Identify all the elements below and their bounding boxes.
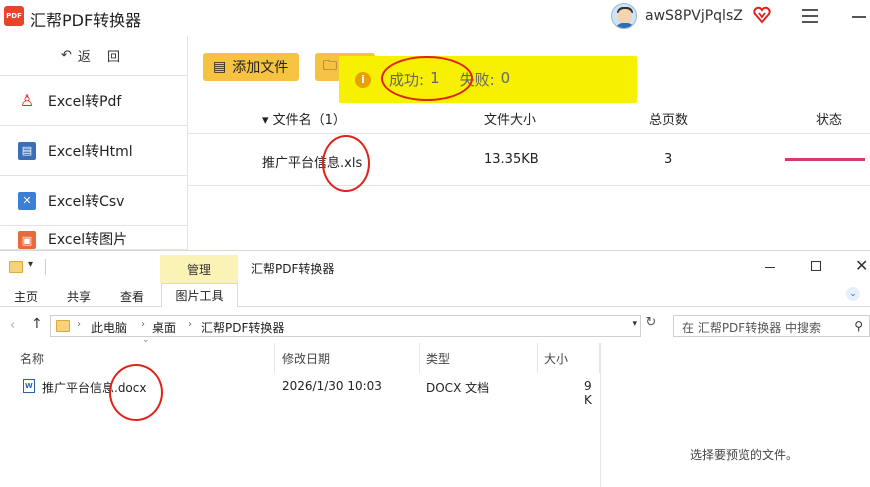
header-pages: 总页数 — [649, 113, 689, 128]
status-progress-bar — [785, 158, 865, 161]
back-label: 返 回 — [77, 50, 127, 65]
docx-file-icon — [23, 379, 35, 393]
sidebar-item-excel-pdf[interactable]: ♙ Excel转Pdf — [0, 76, 187, 126]
breadcrumb-folder[interactable]: 汇帮PDF转换器 — [201, 319, 284, 336]
vip-heart-icon[interactable] — [753, 6, 771, 24]
explorer-title: 汇帮PDF转换器 — [251, 262, 335, 276]
back-arrow-icon: ↶ — [60, 48, 72, 63]
annotation-circle-docx — [109, 364, 163, 421]
add-folder-icon: 🗀 — [323, 58, 337, 74]
window-close-icon[interactable]: ✕ — [855, 256, 868, 275]
search-placeholder: 在 汇帮PDF转换器 中搜索 — [682, 321, 822, 335]
address-row: ‹ ↑ › 此电脑 › 桌面 › 汇帮PDF转换器 ▾ ↻ 在 汇帮PDF转换器… — [0, 313, 870, 339]
add-file-icon: ▤ — [213, 59, 227, 75]
back-button[interactable]: ↶ 返 回 — [0, 36, 187, 76]
explorer-title-bar: ▾ 管理 汇帮PDF转换器 ✕ — [0, 251, 870, 283]
tab-view[interactable]: 查看 — [120, 288, 144, 305]
add-file-button[interactable]: ▤ 添加文件 — [203, 53, 299, 81]
sidebar-item-excel-csv[interactable]: ✕ Excel转Csv — [0, 176, 187, 226]
file-size: 9 K — [584, 379, 592, 407]
breadcrumb-desktop[interactable]: 桌面 — [152, 319, 176, 336]
info-icon: i — [355, 71, 371, 88]
sidebar-item-label: Excel转Csv — [48, 193, 125, 210]
window-maximize-icon[interactable] — [811, 261, 821, 271]
file-type: DOCX 文档 — [426, 381, 490, 395]
quick-access-dropdown-icon[interactable]: ▾ — [28, 259, 33, 270]
sidebar-item-excel-image[interactable]: ▣ Excel转图片 — [0, 226, 187, 250]
search-input[interactable]: 在 汇帮PDF转换器 中搜索 ⚲ — [673, 315, 870, 337]
sidebar-item-label: Excel转Html — [48, 143, 133, 160]
add-file-label: 添加文件 — [232, 60, 289, 76]
username[interactable]: awS8PVjPqlsZ — [645, 8, 743, 24]
folder-icon — [9, 261, 23, 273]
table-row[interactable]: 推广平台信息.xls 13.35KB 3 — [188, 134, 870, 186]
ribbon-tabs: 主页 共享 查看 图片工具 ⌄ — [0, 283, 870, 307]
search-icon: ⚲ — [854, 319, 863, 333]
address-dropdown-icon[interactable]: ▾ — [632, 319, 637, 329]
csv-icon: ✕ — [18, 191, 36, 210]
folder-icon — [56, 320, 70, 332]
app-title-bar: PDF 汇帮PDF转换器 awS8PVjPqlsZ — [0, 0, 870, 36]
list-item[interactable]: 推广平台信息.docx 2026/1/30 10:03 DOCX 文档 9 K — [0, 375, 600, 407]
annotation-circle-success — [381, 56, 473, 101]
refresh-icon[interactable]: ↻ — [643, 315, 659, 337]
row-filesize: 13.35KB — [484, 152, 539, 167]
header-filename[interactable]: ▾ 文件名（1） — [262, 109, 346, 128]
row-pages: 3 — [664, 152, 673, 167]
minimize-icon[interactable] — [852, 16, 866, 18]
image-icon: ▣ — [18, 231, 36, 249]
annotation-circle-xls — [322, 135, 370, 192]
window-minimize-icon[interactable] — [765, 267, 775, 268]
app-title: 汇帮PDF转换器 — [30, 11, 142, 30]
menu-icon[interactable] — [802, 9, 818, 23]
sidebar-item-label: Excel转图片 — [48, 232, 128, 248]
pdf-icon: ♙ — [19, 91, 35, 110]
breadcrumb-this-pc[interactable]: 此电脑 — [91, 319, 127, 336]
file-table-header: ▾ 文件名（1） 文件大小 总页数 状态 — [188, 100, 870, 134]
preview-message: 选择要预览的文件。 — [690, 448, 799, 462]
tab-picture-tools[interactable]: 图片工具 — [161, 283, 238, 307]
sidebar-item-label: Excel转Pdf — [48, 93, 122, 110]
nav-back-icon[interactable]: ‹ — [10, 318, 15, 333]
tab-home[interactable]: 主页 — [14, 288, 38, 305]
column-type[interactable]: 类型 — [420, 343, 538, 373]
column-modified[interactable]: 修改日期 — [275, 343, 420, 373]
header-status: 状态 — [816, 113, 843, 128]
html-icon: ▤ — [18, 141, 36, 160]
ribbon-expand-icon[interactable]: ⌄ — [846, 287, 860, 301]
tab-manage[interactable]: 管理 — [160, 255, 238, 283]
column-header: ⌄ 名称 修改日期 类型 大小 — [0, 335, 600, 373]
app-logo-icon: PDF — [4, 6, 24, 26]
header-filesize: 文件大小 — [484, 113, 537, 128]
avatar[interactable] — [611, 3, 637, 29]
tab-share[interactable]: 共享 — [67, 288, 91, 305]
nav-up-icon[interactable]: ↑ — [31, 316, 43, 332]
sidebar-item-excel-html[interactable]: ▤ Excel转Html — [0, 126, 187, 176]
address-bar[interactable]: › 此电脑 › 桌面 › 汇帮PDF转换器 ▾ — [50, 315, 641, 337]
file-modified: 2026/1/30 10:03 — [282, 379, 382, 393]
sidebar: ↶ 返 回 ♙ Excel转Pdf ▤ Excel转Html ✕ Excel转C… — [0, 36, 188, 250]
preview-pane: 选择要预览的文件。 — [600, 343, 870, 487]
column-size[interactable]: 大小 — [538, 343, 600, 373]
